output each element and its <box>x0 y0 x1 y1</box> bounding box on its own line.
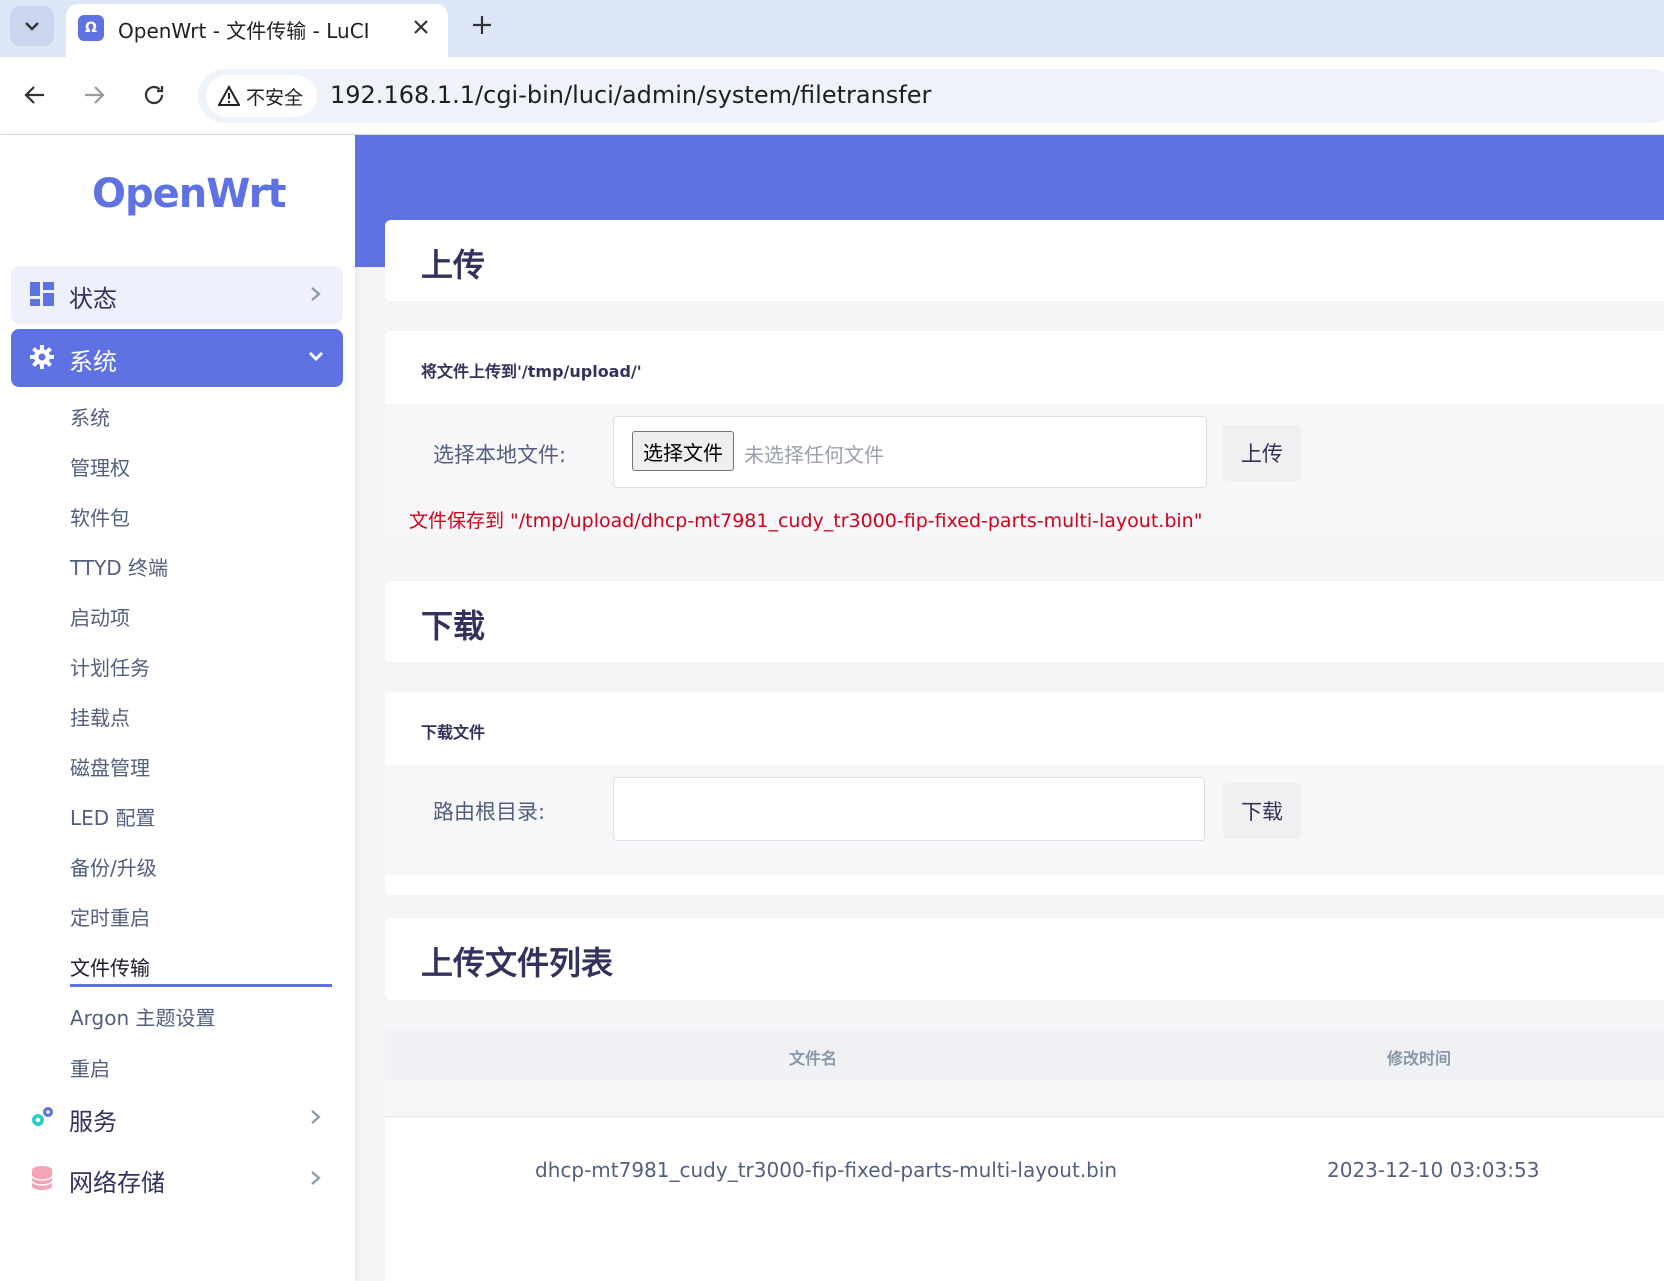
cogs-icon <box>32 1107 53 1126</box>
plus-icon <box>473 16 491 34</box>
upload-section-label: 将文件上传到'/tmp/upload/' <box>421 362 642 381</box>
choose-file-button[interactable]: 选择文件 <box>632 431 734 471</box>
upload-title: 上传 <box>421 246 486 284</box>
chevron-down-icon <box>25 22 39 31</box>
reload-button[interactable] <box>136 77 172 113</box>
forward-button[interactable] <box>76 77 112 113</box>
column-header-mtime: 修改时间 <box>1387 1049 1452 1068</box>
sidebar-item-nas[interactable]: 网络存储 <box>11 1150 343 1208</box>
openwrt-favicon-icon: Ω <box>78 15 104 41</box>
security-chip[interactable]: 不安全 <box>206 75 318 117</box>
file-name-cell[interactable]: dhcp-mt7981_cudy_tr3000-fip-fixed-parts-… <box>535 1158 1117 1182</box>
download-field-label: 路由根目录: <box>433 800 546 824</box>
download-button[interactable]: 下载 <box>1223 783 1301 839</box>
filelist-table: 文件名 修改时间 dhcp-mt7981_cudy_tr3000-fip-fix… <box>385 1030 1664 1281</box>
tab-close-button[interactable] <box>406 12 436 42</box>
table-header-row <box>385 1030 1664 1080</box>
tab-search-button[interactable] <box>10 6 54 46</box>
sidebar-subitem-backup[interactable]: 备份/升级 <box>70 852 157 881</box>
sidebar-item-status[interactable]: 状态 <box>11 266 343 324</box>
chevron-right-icon <box>311 1171 321 1185</box>
browser-tabstrip: Ω OpenWrt - 文件传输 - LuCI <box>0 0 1664 57</box>
download-title: 下载 <box>421 607 486 645</box>
filelist-title-card: 上传文件列表 <box>385 918 1664 1000</box>
sidebar-subitem-system[interactable]: 系统 <box>70 402 110 431</box>
database-icon <box>31 1166 53 1190</box>
sidebar-subitem-reboot-schedule[interactable]: 定时重启 <box>70 902 150 931</box>
sidebar-item-label: 状态 <box>69 285 117 313</box>
column-header-filename: 文件名 <box>789 1049 838 1068</box>
sidebar-item-services[interactable]: 服务 <box>11 1089 343 1147</box>
no-file-text: 未选择任何文件 <box>744 443 884 467</box>
router-path-input[interactable] <box>613 777 1205 841</box>
sidebar-subitem-ttyd[interactable]: TTYD 终端 <box>70 552 168 581</box>
sidebar-item-system[interactable]: 系统 <box>11 329 343 387</box>
upload-title-card: 上传 <box>385 220 1664 301</box>
table-spacer-row <box>385 1080 1664 1117</box>
url-text[interactable]: 192.168.1.1/cgi-bin/luci/admin/system/fi… <box>330 81 931 109</box>
upload-button[interactable]: 上传 <box>1223 425 1301 481</box>
close-icon <box>414 20 428 34</box>
download-section-label: 下载文件 <box>421 723 486 742</box>
sidebar-item-label: 网络存储 <box>69 1169 165 1197</box>
sidebar: OpenWrt 状态 系统 系统 管理权 软件包 TTYD 终端 启动项 计划任… <box>0 135 355 1281</box>
browser-toolbar: 不安全 192.168.1.1/cgi-bin/luci/admin/syste… <box>0 57 1664 135</box>
sidebar-subitem-packages[interactable]: 软件包 <box>70 502 130 531</box>
sidebar-subitem-startup[interactable]: 启动项 <box>70 602 130 631</box>
sidebar-item-label: 系统 <box>69 348 117 376</box>
chevron-down-icon <box>309 352 323 361</box>
filelist-title: 上传文件列表 <box>421 944 614 982</box>
address-bar[interactable]: 不安全 192.168.1.1/cgi-bin/luci/admin/syste… <box>198 69 1664 123</box>
sidebar-subitem-argon[interactable]: Argon 主题设置 <box>70 1002 216 1031</box>
sidebar-subitem-crontab[interactable]: 计划任务 <box>70 652 150 681</box>
browser-tab-active[interactable]: Ω OpenWrt - 文件传输 - LuCI <box>66 4 448 57</box>
chevron-right-icon <box>311 1110 321 1124</box>
new-tab-button[interactable] <box>466 8 498 42</box>
openwrt-logo[interactable]: OpenWrt <box>92 171 287 217</box>
file-mtime-cell: 2023-12-10 03:03:53 <box>1327 1158 1540 1182</box>
sidebar-subitem-led[interactable]: LED 配置 <box>70 802 156 831</box>
upload-field-label: 选择本地文件: <box>433 443 567 467</box>
sidebar-subitem-mounts[interactable]: 挂载点 <box>70 702 130 731</box>
dashboard-icon <box>30 282 54 306</box>
file-input[interactable]: 选择文件 未选择任何文件 <box>613 416 1207 488</box>
sidebar-subitem-reboot[interactable]: 重启 <box>70 1053 110 1082</box>
upload-success-message: 文件保存到 "/tmp/upload/dhcp-mt7981_cudy_tr30… <box>409 510 1203 532</box>
sidebar-item-label: 服务 <box>69 1108 117 1136</box>
chevron-right-icon <box>311 287 321 301</box>
arrow-left-icon <box>24 86 44 104</box>
arrow-right-icon <box>85 86 105 104</box>
tab-title: OpenWrt - 文件传输 - LuCI <box>118 19 370 43</box>
reload-icon <box>144 85 164 105</box>
back-button[interactable] <box>17 77 53 113</box>
gear-icon <box>30 345 54 369</box>
download-form-card: 下载文件 路由根目录: 下载 <box>385 692 1664 895</box>
download-title-card: 下载 <box>385 581 1664 662</box>
upload-form-card: 将文件上传到'/tmp/upload/' 选择本地文件: 选择文件 未选择任何文… <box>385 331 1664 536</box>
security-label: 不安全 <box>246 86 304 109</box>
sidebar-subitem-admin[interactable]: 管理权 <box>70 452 130 481</box>
sidebar-subitem-filetransfer[interactable]: 文件传输 <box>70 952 150 981</box>
active-indicator <box>70 984 332 987</box>
sidebar-subitem-disk[interactable]: 磁盘管理 <box>70 752 150 781</box>
warning-icon <box>218 85 240 106</box>
